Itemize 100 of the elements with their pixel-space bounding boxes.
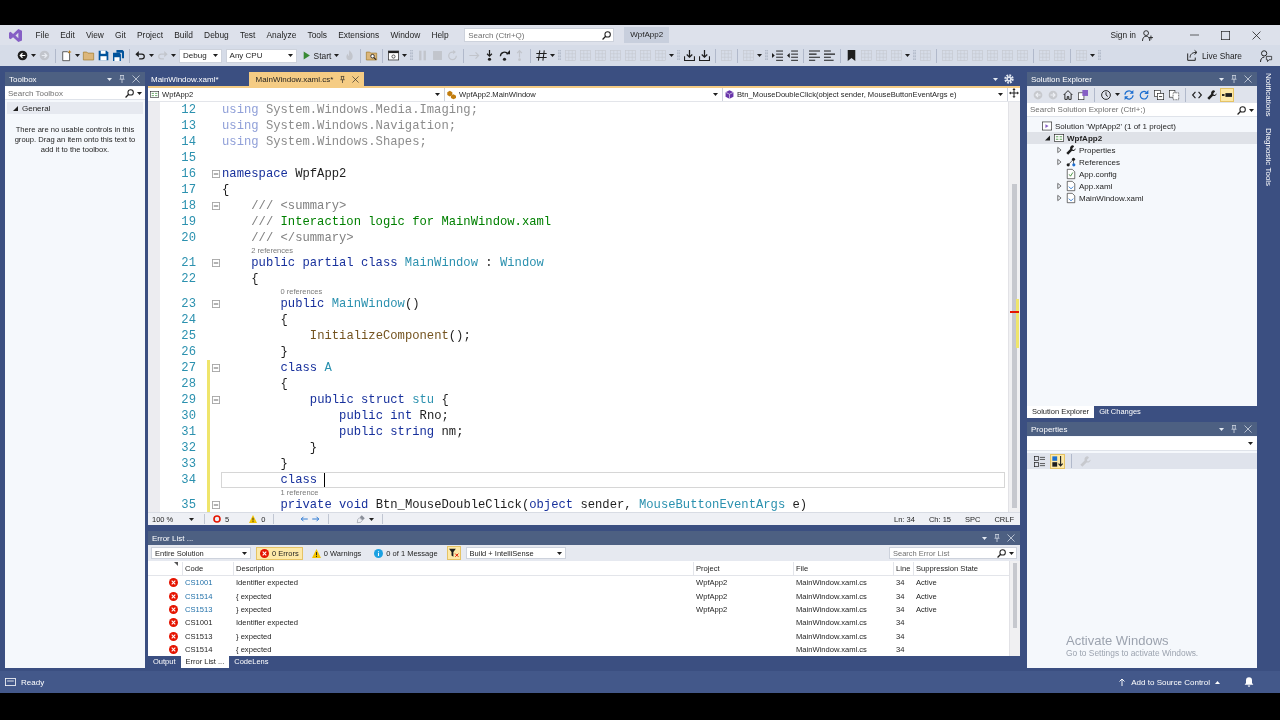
tree-item[interactable]: WpfApp2: [1027, 132, 1257, 144]
collapsed-arrow-icon[interactable]: [1056, 159, 1062, 165]
sync-icon[interactable]: [1122, 87, 1136, 102]
group-header[interactable]: General: [7, 102, 143, 114]
caret-icon[interactable]: [1090, 54, 1096, 57]
close-icon[interactable]: [1252, 30, 1261, 40]
indent-icon[interactable]: [770, 48, 786, 63]
file-tab[interactable]: MainWindow.xaml*: [148, 72, 243, 86]
brush-icon[interactable]: [357, 515, 366, 523]
caret-icon[interactable]: [757, 54, 763, 57]
squares-icon[interactable]: [1076, 87, 1090, 102]
menu-item[interactable]: Extensions: [332, 25, 385, 45]
expanded-arrow-icon[interactable]: [1044, 135, 1050, 141]
side-tab[interactable]: Notifications: [1261, 72, 1274, 118]
home-icon[interactable]: [1061, 87, 1075, 102]
search-field[interactable]: Search (Ctrl+Q): [464, 28, 615, 42]
collapse-icon[interactable]: [212, 300, 220, 308]
tree-item[interactable]: App.config: [1027, 168, 1257, 180]
caret-icon[interactable]: [550, 54, 556, 57]
menu-item[interactable]: Window: [384, 25, 426, 45]
menu-item[interactable]: Build: [168, 25, 199, 45]
outdent-icon[interactable]: [785, 48, 801, 63]
file-tab[interactable]: MainWindow.xaml.cs*: [248, 72, 365, 86]
tree-item[interactable]: App.xaml: [1027, 180, 1257, 192]
menu-item[interactable]: Tools: [301, 25, 333, 45]
caret-icon[interactable]: [402, 54, 408, 57]
caret-icon[interactable]: [75, 54, 80, 57]
curved-arrow-dot-icon[interactable]: [497, 48, 513, 63]
window-icon[interactable]: [386, 48, 402, 63]
menu-item[interactable]: Analyze: [260, 25, 302, 45]
scrollbar-thumb[interactable]: [1012, 184, 1017, 508]
menu-item[interactable]: Git: [109, 25, 132, 45]
tree-item[interactable]: Properties: [1027, 144, 1257, 156]
caret-icon[interactable]: [137, 92, 142, 95]
folder-search-icon[interactable]: [364, 48, 380, 63]
start-button[interactable]: Start: [298, 48, 343, 63]
menu-item[interactable]: Debug: [198, 25, 235, 45]
caret-icon[interactable]: [369, 517, 375, 521]
tree-item[interactable]: References: [1027, 156, 1257, 168]
source-control-button[interactable]: Add to Source Control: [1115, 677, 1223, 687]
save-all-icon[interactable]: [111, 48, 126, 63]
logo-icon[interactable]: [9, 28, 22, 42]
caret-icon[interactable]: [1115, 93, 1120, 96]
tree-item[interactable]: MainWindow.xaml: [1027, 192, 1257, 204]
vertical-scrollbar[interactable]: [1009, 561, 1020, 656]
caret-icon[interactable]: [905, 54, 911, 57]
tray-arrow-icon[interactable]: [682, 48, 698, 63]
wrench-icon[interactable]: [1205, 87, 1219, 102]
error-icon[interactable]: [213, 515, 221, 523]
menu-item[interactable]: Test: [234, 25, 261, 45]
bell-icon[interactable]: [1244, 677, 1254, 687]
scrollbar-thumb[interactable]: [1013, 562, 1017, 628]
menu-item[interactable]: Project: [131, 25, 169, 45]
collapse-icon[interactable]: [212, 259, 220, 267]
collapse-icon[interactable]: [212, 396, 220, 404]
live-share-button[interactable]: Live Share: [1184, 48, 1244, 63]
caret-icon[interactable]: [171, 54, 176, 57]
caret-icon[interactable]: [1009, 551, 1014, 555]
caret-icon[interactable]: [31, 54, 36, 57]
four-way-arrow-icon[interactable]: [1009, 88, 1019, 98]
dropdown[interactable]: Any CPU: [225, 48, 297, 63]
pin-icon[interactable]: [339, 75, 347, 83]
close-icon[interactable]: [352, 75, 360, 83]
search-field[interactable]: Search Solution Explorer (Ctrl+;): [1027, 103, 1257, 117]
filter-icon[interactable]: [446, 546, 461, 560]
back-icon[interactable]: [15, 48, 30, 63]
collapse-icon[interactable]: [212, 202, 220, 210]
collapsed-arrow-icon[interactable]: [1056, 195, 1062, 201]
warning-icon[interactable]: [249, 515, 258, 523]
clock-icon[interactable]: [1099, 87, 1113, 102]
menu-item[interactable]: Help: [425, 25, 455, 45]
person-speech-icon[interactable]: [1260, 49, 1272, 62]
lines-icon[interactable]: [807, 48, 823, 63]
menu-item[interactable]: View: [80, 25, 110, 45]
page-sparkle-icon[interactable]: [59, 48, 74, 63]
dashed-pages-icon[interactable]: [1167, 87, 1181, 102]
menu-item[interactable]: Edit: [54, 25, 81, 45]
side-tab[interactable]: Diagnostic Tools: [1261, 126, 1274, 187]
collapse-icon[interactable]: [212, 364, 220, 372]
collapsed-arrow-icon[interactable]: [1056, 147, 1062, 153]
collapse-icon[interactable]: [212, 501, 220, 509]
save-icon[interactable]: [96, 48, 111, 63]
gear-icon[interactable]: [1004, 74, 1014, 84]
caret-icon[interactable]: [669, 54, 675, 57]
vertical-scrollbar[interactable]: [1008, 102, 1020, 512]
tray-arrow-icon[interactable]: [697, 48, 713, 63]
hash-icon[interactable]: [534, 48, 550, 63]
sign-in-link[interactable]: Sign in: [1110, 30, 1136, 40]
list-icon[interactable]: [1032, 453, 1047, 469]
collapse-icon[interactable]: [212, 170, 220, 178]
overlapping-squares-icon[interactable]: [1152, 87, 1166, 102]
sort-icon[interactable]: [1050, 453, 1065, 469]
dropdown[interactable]: Debug: [179, 48, 222, 63]
undo-icon[interactable]: [133, 48, 148, 63]
search-field[interactable]: Search Toolbox: [5, 87, 145, 100]
menu-item[interactable]: File: [30, 25, 55, 45]
collapsed-arrow-icon[interactable]: [1056, 183, 1062, 189]
caret-icon[interactable]: [149, 54, 154, 57]
arrow-left-icon[interactable]: [300, 515, 309, 523]
tree-item[interactable]: Solution 'WpfApp2' (1 of 1 project): [1027, 120, 1257, 132]
